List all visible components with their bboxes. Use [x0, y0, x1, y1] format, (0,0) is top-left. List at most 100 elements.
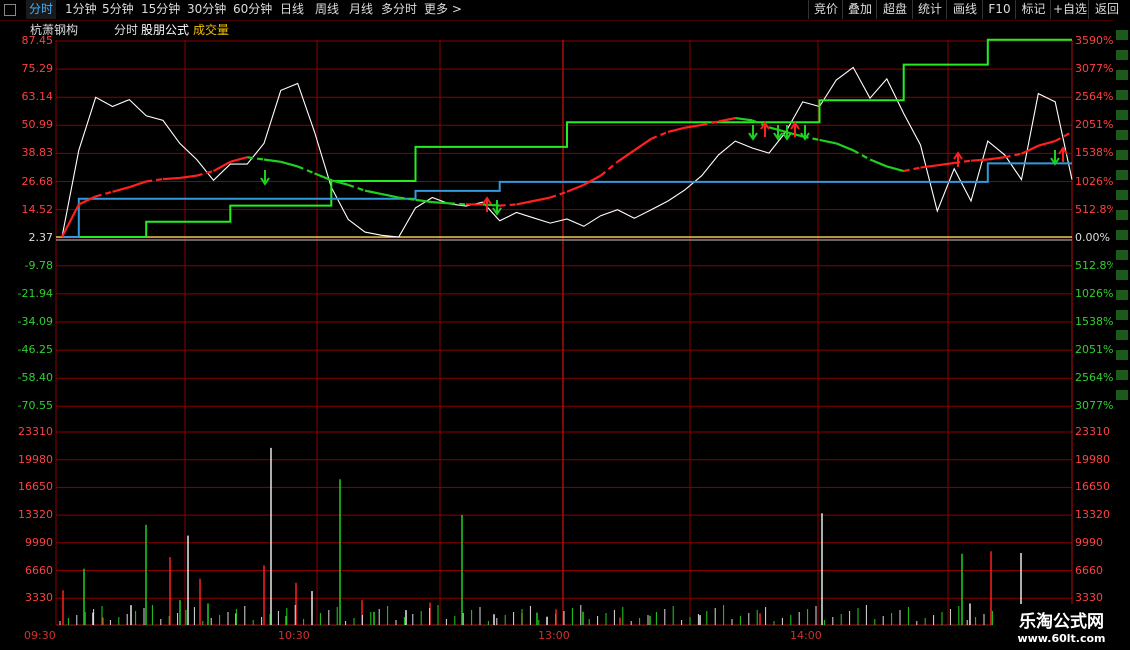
volume-axis-right-5: 6660: [1075, 563, 1103, 577]
ma-segment: [162, 176, 180, 181]
toolbar-button-5[interactable]: F10: [982, 0, 1016, 19]
price-axis-left-9: -21.94: [17, 286, 53, 300]
period-tab-4[interactable]: 30分钟: [184, 0, 229, 19]
ma-segment: [835, 142, 854, 152]
ma-segment: [179, 174, 197, 180]
price-axis-right-4: 1538%: [1075, 146, 1114, 160]
period-tab-0[interactable]: 分时: [26, 0, 57, 19]
volume-axis-right-6: 3330: [1075, 591, 1103, 605]
ma-segment: [920, 164, 938, 169]
volume-axis-left-1: 19980: [18, 452, 53, 466]
ma-segment: [954, 159, 972, 165]
ma-segment: [364, 189, 383, 196]
ma-segment: [987, 156, 1005, 161]
ma-segment: [599, 160, 619, 177]
toolbar-button-8[interactable]: 返回: [1088, 0, 1125, 19]
price-axis-left-10: -34.09: [17, 315, 53, 328]
price-axis-left-4: 38.83: [21, 146, 54, 160]
site-watermark: 乐淘公式网 www.60lt.com: [993, 604, 1130, 650]
ma-segment: [970, 158, 988, 162]
ma-segment: [701, 120, 719, 127]
formula-label[interactable]: 股朋公式: [141, 22, 189, 38]
watermark-title: 乐淘公式网: [1019, 612, 1104, 632]
ma-segment: [212, 160, 231, 173]
price-axis-right-0: 3590%: [1075, 34, 1114, 47]
mode-label: 分时: [114, 23, 139, 37]
ma-segment: [852, 149, 871, 161]
price-axis-right-1: 3077%: [1075, 62, 1114, 76]
ma-segment: [196, 169, 214, 177]
intraday-chart[interactable]: [0, 0, 1130, 650]
price-axis-left-6: 14.52: [21, 202, 54, 216]
ma-segment: [146, 178, 164, 183]
volume-axis-right-1: 19980: [1075, 452, 1110, 466]
ma-segment: [297, 165, 315, 175]
ma-segment: [616, 149, 635, 163]
volume-axis-left-6: 3330: [25, 591, 53, 605]
ma-segment: [667, 126, 686, 133]
ma-segment: [718, 116, 736, 123]
volume-axis-left-5: 6660: [25, 563, 53, 577]
ma-segment: [684, 123, 702, 129]
ma-segment: [381, 193, 399, 199]
period-toolbar: 分时 1分钟 5分钟 15分钟 30分钟 60分钟 日线 周线 月线 多分时 更多 > 竞价 叠加 超盘…: [0, 0, 1130, 21]
ma-segment: [415, 198, 433, 204]
toolbar-button-1[interactable]: 叠加: [842, 0, 877, 19]
ma-segment: [768, 126, 787, 133]
toolbar-button-4[interactable]: 画线: [946, 0, 983, 19]
period-tab-7[interactable]: 周线: [312, 0, 342, 19]
time-label-2: 13:00: [538, 629, 570, 642]
ma-segment: [886, 165, 904, 173]
toolbar-button-0[interactable]: 竞价: [808, 0, 843, 19]
right-side-strip[interactable]: [1113, 20, 1130, 650]
price-axis-right-9: 1026%: [1075, 286, 1114, 300]
volume-axis-left-2: 16650: [18, 480, 53, 494]
price-axis-left-12: -58.40: [17, 371, 53, 385]
period-tab-2[interactable]: 5分钟: [99, 0, 137, 19]
toolbar-button-7[interactable]: +自选: [1050, 0, 1089, 19]
indicator-label[interactable]: 成交量: [193, 22, 229, 38]
price-axis-left-13: -70.55: [17, 399, 53, 413]
price-axis-right-5: 1026%: [1075, 174, 1114, 188]
volume-axis-right-3: 13320: [1075, 508, 1110, 522]
time-label-3: 14:00: [790, 629, 822, 642]
menu-toggle-icon[interactable]: [4, 4, 16, 16]
blue-step-line: [62, 162, 1072, 238]
ma-segment: [347, 183, 366, 192]
time-label-1: 10:30: [278, 629, 310, 642]
price-axis-right-10: 1538%: [1075, 315, 1114, 328]
ma-segment: [819, 138, 837, 145]
ma-segment: [735, 116, 753, 122]
ma-segment: [61, 203, 80, 238]
period-tab-10[interactable]: 更多 >: [421, 0, 465, 19]
period-tab-3[interactable]: 15分钟: [138, 0, 183, 19]
ma-segment: [633, 137, 652, 152]
green-step-line: [62, 38, 1072, 238]
ma-segment: [802, 135, 820, 142]
ma-segment: [869, 158, 888, 168]
price-axis-left-1: 75.29: [21, 62, 54, 76]
price-axis-left-11: -46.25: [17, 343, 53, 357]
ma-segment: [95, 190, 113, 198]
ma-segment: [247, 156, 265, 161]
period-tab-6[interactable]: 日线: [277, 0, 307, 19]
toolbar-button-6[interactable]: 标记: [1015, 0, 1051, 19]
price-axis-right-11: 2051%: [1075, 343, 1114, 357]
price-axis-left-8: -9.78: [24, 258, 53, 272]
period-tab-8[interactable]: 月线: [346, 0, 376, 19]
period-tab-1[interactable]: 1分钟: [62, 0, 100, 19]
price-axis-right-2: 2564%: [1075, 90, 1114, 104]
toolbar-button-3[interactable]: 统计: [912, 0, 947, 19]
period-tab-5[interactable]: 60分钟: [230, 0, 275, 19]
ma-segment: [549, 190, 568, 199]
period-tab-9[interactable]: 多分时: [378, 0, 420, 19]
ma-segment: [263, 158, 281, 163]
ma-segment: [482, 203, 500, 207]
ma-segment: [128, 180, 147, 189]
volume-axis-right-0: 23310: [1075, 425, 1110, 438]
ma-segment: [112, 186, 130, 193]
price-axis-left-5: 26.68: [21, 174, 54, 188]
toolbar-button-2[interactable]: 超盘: [876, 0, 913, 19]
ma-segment: [785, 130, 803, 138]
ma-segment: [533, 196, 551, 203]
